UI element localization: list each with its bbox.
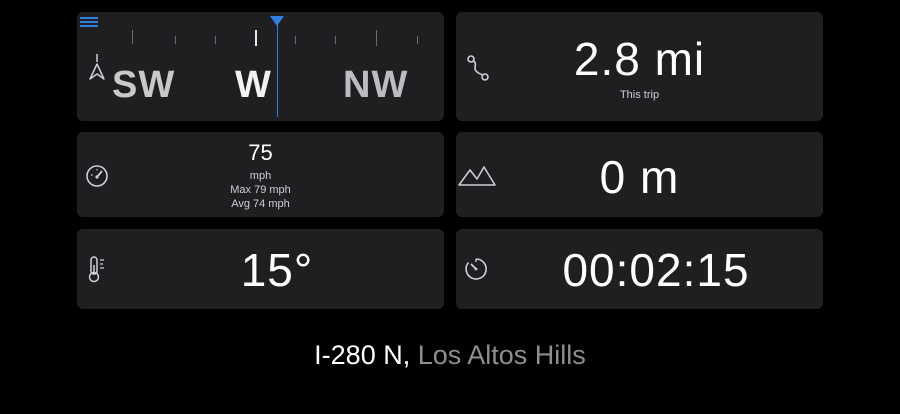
compass-tick <box>255 30 257 46</box>
altitude-value: 0 m <box>599 151 680 203</box>
distance-card[interactable]: 2.8 mi This trip <box>456 12 823 121</box>
heading-needle <box>277 22 278 117</box>
heading-center: W <box>235 64 272 106</box>
speed-unit: mph <box>249 170 272 182</box>
temperature-value: 15° <box>240 244 314 296</box>
compass-card[interactable]: SW W NW <box>77 12 444 121</box>
place-name: Los Altos Hills <box>417 340 586 370</box>
navigation-arrow-icon <box>87 52 107 87</box>
timer-card[interactable]: 00:02:15 <box>456 229 823 309</box>
location-separator: , <box>402 340 418 370</box>
location-label: I-280 N, Los Altos Hills <box>0 340 900 371</box>
road-name: I-280 N <box>314 340 403 370</box>
compass-tick <box>335 36 336 44</box>
speed-max: Max 79 mph <box>230 184 291 196</box>
compass-tick <box>215 36 216 44</box>
speed-avg: Avg 74 mph <box>231 198 290 210</box>
altitude-card[interactable]: 0 m <box>456 132 823 217</box>
menu-icon[interactable] <box>80 15 98 33</box>
speed-card[interactable]: 75 mph Max 79 mph Avg 74 mph <box>77 132 444 217</box>
temperature-card[interactable]: 15° <box>77 229 444 309</box>
compass-tick <box>417 36 418 44</box>
compass-tick <box>295 36 296 44</box>
compass-tick <box>175 36 176 44</box>
distance-value: 2.8 mi <box>573 33 706 85</box>
distance-caption: This trip <box>619 89 660 101</box>
timer-value: 00:02:15 <box>562 244 750 296</box>
heading-left: SW <box>112 64 176 106</box>
compass-tick <box>376 30 377 46</box>
speed-value: 75 <box>248 140 273 165</box>
heading-pointer-icon <box>270 16 284 26</box>
compass-tick <box>132 30 133 44</box>
heading-right: NW <box>343 64 409 106</box>
